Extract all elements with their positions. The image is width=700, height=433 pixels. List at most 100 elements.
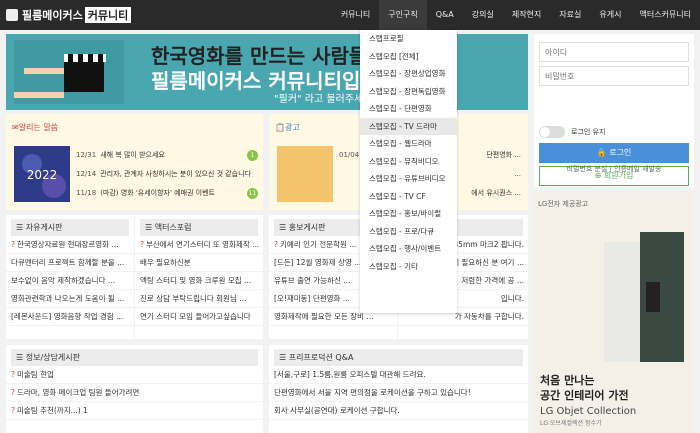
nav-production[interactable]: 제작현지 bbox=[503, 0, 550, 30]
ad-line1: 처음 만나는 bbox=[540, 374, 595, 387]
ad-line4: LG 오브제컬렉션 정수기 bbox=[540, 420, 602, 427]
nav-resources[interactable]: 자료실 bbox=[550, 0, 590, 30]
item-text: 한국영상자료원 현대장르영화 ... bbox=[16, 240, 119, 249]
item-text: [서울,구로] 1.5룸,원룸 오피스텔 대관해 드려요. bbox=[274, 370, 426, 379]
menu-item[interactable]: 스탭모집 - 기타 bbox=[360, 258, 457, 276]
list-item[interactable]: 단편영화에서 서울 지역 편의점을 로케이션을 구하고 있습니다! bbox=[269, 384, 528, 402]
nav-board[interactable]: 유게시 bbox=[590, 0, 630, 30]
list-item[interactable]: ? 한국영상자료원 현대장르영화 ... bbox=[6, 236, 134, 254]
item-text: 단편영화에서 서울 지역 편의점을 로케이션을 구하고 있습니다! bbox=[274, 388, 471, 397]
menu-item[interactable]: 스탭모집 - 장편독립영화 bbox=[360, 83, 457, 101]
ad-line2: 공간 인테리어 가전 bbox=[540, 389, 629, 402]
menu-item[interactable]: 스탭모집 [전체] bbox=[360, 48, 457, 66]
menu-item[interactable]: 스탭모집 - 단편영화 bbox=[360, 100, 457, 118]
nav-qa[interactable]: Q&A bbox=[427, 0, 463, 30]
board-actor: ☰ 액터스포럼 ? 부산에서 연기스터디 또 영화제작 ... 배우 필요하신분 … bbox=[135, 215, 263, 339]
top-navbar: 필름메이커스 커뮤니티 커뮤니티 구인구직 Q&A 강의실 제작현지 자료실 유… bbox=[0, 0, 700, 30]
item-text: 미술팀 현업 bbox=[16, 370, 54, 379]
logo-icon bbox=[6, 9, 18, 21]
password-input[interactable] bbox=[539, 66, 689, 86]
menu-item[interactable]: 스탭프로필 bbox=[360, 30, 457, 48]
item-text: 영화제작에 필요한 모든 장비 ... bbox=[274, 312, 374, 321]
menu-item[interactable]: 스탭모집 - 홍보/바이럴 bbox=[360, 205, 457, 223]
notice-text: 관리자, 관계자 사칭하시는 분이 있으신 것 같습니다 bbox=[100, 170, 252, 178]
question-icon: ? bbox=[274, 240, 278, 249]
board-header[interactable]: ☰ 프리프로덕션 Q&A bbox=[274, 349, 523, 366]
nav-actors[interactable]: 액터스커뮤니티 bbox=[630, 0, 700, 30]
remember-login[interactable]: 로그인 유지 bbox=[539, 126, 605, 138]
id-input[interactable] bbox=[539, 42, 689, 62]
item-text: 연기 스터디 모임 들어가고싶습니다 bbox=[140, 312, 251, 321]
nav-lectures[interactable]: 강의실 bbox=[463, 0, 503, 30]
menu-item[interactable]: 스탭모집 - 장편상업영화 bbox=[360, 65, 457, 83]
question-icon: ? bbox=[11, 406, 15, 415]
list-item[interactable]: ? 드라마, 영화 메이크업 팀원 들어가려면 bbox=[6, 384, 263, 402]
main-nav: 커뮤니티 구인구직 Q&A 강의실 제작현지 자료실 유게시 액터스커뮤니티 bbox=[332, 0, 700, 30]
notice-thumbnail[interactable]: 2022 bbox=[14, 146, 70, 202]
list-item[interactable]: 진로 상담 부탁드립니다 회원님 ... bbox=[135, 290, 263, 308]
item-text: [오!재미동] 단편영화 ... bbox=[274, 294, 350, 303]
water-purifier-image bbox=[604, 232, 684, 362]
notice-title: ✉ 알리는 말씀 bbox=[12, 122, 58, 133]
item-text: 35mm 마크2 팝니다. bbox=[453, 240, 524, 249]
comment-badge: 1 bbox=[247, 150, 258, 161]
notice-row[interactable]: 12/31 새해 복 많이 받으세요 1 bbox=[76, 146, 258, 165]
list-icon: ☰ bbox=[145, 223, 155, 232]
item-text: 다큐멘터리 프로젝트 함께할 분을 ... bbox=[11, 258, 125, 267]
list-icon: ☰ bbox=[16, 353, 26, 362]
menu-item[interactable]: 스탭모집 - 행사/이벤트 bbox=[360, 240, 457, 258]
menu-item[interactable]: 스탭모집 - 웹드라마 bbox=[360, 135, 457, 153]
list-item[interactable]: 회사 사무실(공연대) 로케이션 구합니다. bbox=[269, 402, 528, 420]
list-item[interactable]: ? 부산에서 연기스터디 또 영화제작 ... bbox=[135, 236, 263, 254]
item-text: 입니다. bbox=[500, 294, 524, 303]
ad-thumbnail[interactable] bbox=[277, 146, 333, 202]
find-password-link[interactable]: 비밀번호 분실 | 인증메일 재발송 bbox=[534, 164, 694, 174]
list-item[interactable]: 배우 필요하신분 bbox=[135, 254, 263, 272]
menu-item[interactable]: 스탭모집 - 뮤직비디오 bbox=[360, 153, 457, 171]
list-icon: ☰ bbox=[279, 223, 289, 232]
list-item[interactable]: ? 미술팀 추천(까지...) 1 bbox=[6, 402, 263, 420]
login-button[interactable]: 🔒 로그인 bbox=[539, 143, 689, 163]
menu-item[interactable]: 스탭모집 - TV CF bbox=[360, 188, 457, 206]
menu-item[interactable]: 스탭모집 - 유튜브비디오 bbox=[360, 170, 457, 188]
list-item[interactable]: 다큐멘터리 프로젝트 함께할 분을 ... bbox=[6, 254, 134, 272]
notice-text: 새해 복 많이 받으세요 bbox=[100, 151, 165, 159]
item-text: 배우 필요하신분 bbox=[140, 258, 191, 267]
board-qa: ☰ 프리프로덕션 Q&A [서울,구로] 1.5룸,원룸 오피스텔 대관해 드려… bbox=[269, 345, 528, 433]
item-text: 드라마, 영화 메이크업 팀원 들어가려면 bbox=[16, 388, 140, 397]
notice-title-text: 알리는 말씀 bbox=[18, 123, 59, 132]
item-text: 에 필요하신 분 여기 ... bbox=[452, 258, 524, 267]
list-item[interactable]: ? 미술팀 현업 bbox=[6, 366, 263, 384]
nav-jobs[interactable]: 구인구직 bbox=[379, 0, 427, 30]
notice-row[interactable]: 11/18 (마감) 영화 '유세이향자' 예매권 이벤트 11 bbox=[76, 184, 258, 203]
item-text: 액팅 스터디 및 영화 크루원 모집 ... bbox=[140, 276, 252, 285]
board-info: ☰ 정보/상담게시판 ? 미술팀 현업 ? 드라마, 영화 메이크업 팀원 들어가려… bbox=[6, 345, 263, 433]
notice-date: 12/31 bbox=[76, 151, 97, 159]
list-item[interactable]: [서울,구로] 1.5룸,원룸 오피스텔 대관해 드려요. bbox=[269, 366, 528, 384]
remember-toggle[interactable] bbox=[539, 126, 565, 138]
list-icon: ☰ bbox=[279, 353, 289, 362]
menu-item-hovered[interactable]: 스탭모집 - TV 드라마 bbox=[360, 117, 457, 135]
board-header[interactable]: ☰ 자유게시판 bbox=[11, 219, 129, 236]
notice-row[interactable]: 12/14 관리자, 관계자 사칭하시는 분이 있으신 것 같습니다 bbox=[76, 165, 258, 184]
side-advertisement[interactable]: LG전자 제공광고 처음 만나는 공간 인테리어 가전 LG Objet Col… bbox=[534, 192, 694, 433]
ad-date: 01/04 bbox=[339, 151, 360, 159]
nav-community[interactable]: 커뮤니티 bbox=[332, 0, 379, 30]
board-free: ☰ 자유게시판 ? 한국영상자료원 현대장르영화 ... 다큐멘터리 프로젝트 함… bbox=[6, 215, 134, 339]
question-icon: ? bbox=[11, 240, 15, 249]
list-item[interactable]: 보수없이 음악 제작하겠습니다 ... bbox=[6, 272, 134, 290]
clapperboard-icon bbox=[14, 40, 124, 104]
list-item[interactable]: 영화관련학과 나오는게 도움이 될 ... bbox=[6, 290, 134, 308]
remember-label: 로그인 유지 bbox=[571, 128, 606, 136]
list-item[interactable]: 액팅 스터디 및 영화 크루원 모집 ... bbox=[135, 272, 263, 290]
list-item[interactable]: 연기 스터디 모임 들어가고싶습니다 bbox=[135, 308, 263, 326]
site-logo[interactable]: 필름메이커스 커뮤니티 bbox=[6, 6, 132, 24]
menu-item[interactable]: 스탭모집 - 프로/다큐 bbox=[360, 223, 457, 241]
board-title: 프리프로덕션 Q&A bbox=[288, 353, 354, 362]
board-header[interactable]: ☰ 액터스포럼 bbox=[140, 219, 258, 236]
board-title: 정보/상담게시판 bbox=[25, 353, 80, 362]
item-text: 영화관련학과 나오는게 도움이 될 ... bbox=[11, 294, 125, 303]
list-item[interactable]: [레몬사운드] 영화음향 작업 경험 ... bbox=[6, 308, 134, 326]
board-header[interactable]: ☰ 정보/상담게시판 bbox=[11, 349, 258, 366]
ad-line3: LG Objet Collection bbox=[540, 406, 637, 417]
